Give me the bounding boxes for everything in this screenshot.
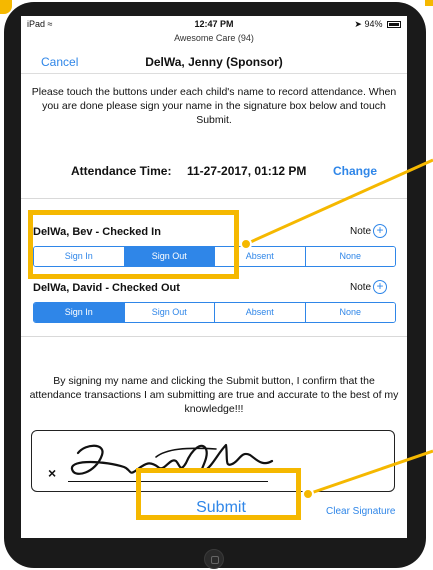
nav-bar: Cancel DelWa, Jenny (Sponsor) <box>21 46 407 74</box>
location-icon: ➤ <box>354 19 362 29</box>
child-name-david: DelWa, David - Checked Out <box>33 282 180 294</box>
note-label: Note <box>350 282 372 293</box>
change-time-button[interactable]: Change <box>333 164 377 178</box>
highlight-box-checked-in <box>28 210 239 279</box>
home-button[interactable] <box>204 549 224 569</box>
sign-in-button[interactable]: Sign In <box>34 303 125 322</box>
status-time: 12:47 PM <box>194 19 234 29</box>
battery-icon <box>387 21 401 29</box>
status-bar: iPad ≈ 12:47 PM ➤ 94% <box>21 16 407 32</box>
home-square-icon <box>211 556 219 564</box>
attendance-segment-david: Sign In Sign Out Absent None <box>33 302 396 323</box>
divider <box>21 198 407 199</box>
add-note-icon[interactable]: + <box>373 280 387 294</box>
app-title: Awesome Care (94) <box>174 33 254 43</box>
clear-signature-button[interactable]: Clear Signature <box>326 506 395 517</box>
stage: iPad ≈ 12:47 PM ➤ 94% Awesome Care (94) … <box>0 0 433 570</box>
none-button[interactable]: None <box>305 303 395 322</box>
instructions-text: Please touch the buttons under each chil… <box>31 86 397 126</box>
callout-dot <box>240 238 252 250</box>
callout-fragment <box>425 0 433 6</box>
signature-x-mark: × <box>48 465 57 481</box>
attendance-time-value: 11-27-2017, 01:12 PM <box>187 164 307 178</box>
absent-button[interactable]: Absent <box>215 303 306 322</box>
attendance-time-label: Attendance Time: <box>71 164 172 178</box>
none-button[interactable]: None <box>305 247 395 266</box>
nav-title: DelWa, Jenny (Sponsor) <box>145 55 283 69</box>
highlight-box-submit <box>136 468 301 520</box>
callout-dot <box>302 488 314 500</box>
add-note-icon[interactable]: + <box>373 224 387 238</box>
note-label: Note <box>350 226 372 237</box>
divider <box>21 336 407 337</box>
battery-percent: 94% <box>364 19 383 29</box>
sign-out-button[interactable]: Sign Out <box>124 303 215 322</box>
confirmation-text: By signing my name and clicking the Subm… <box>29 375 399 415</box>
